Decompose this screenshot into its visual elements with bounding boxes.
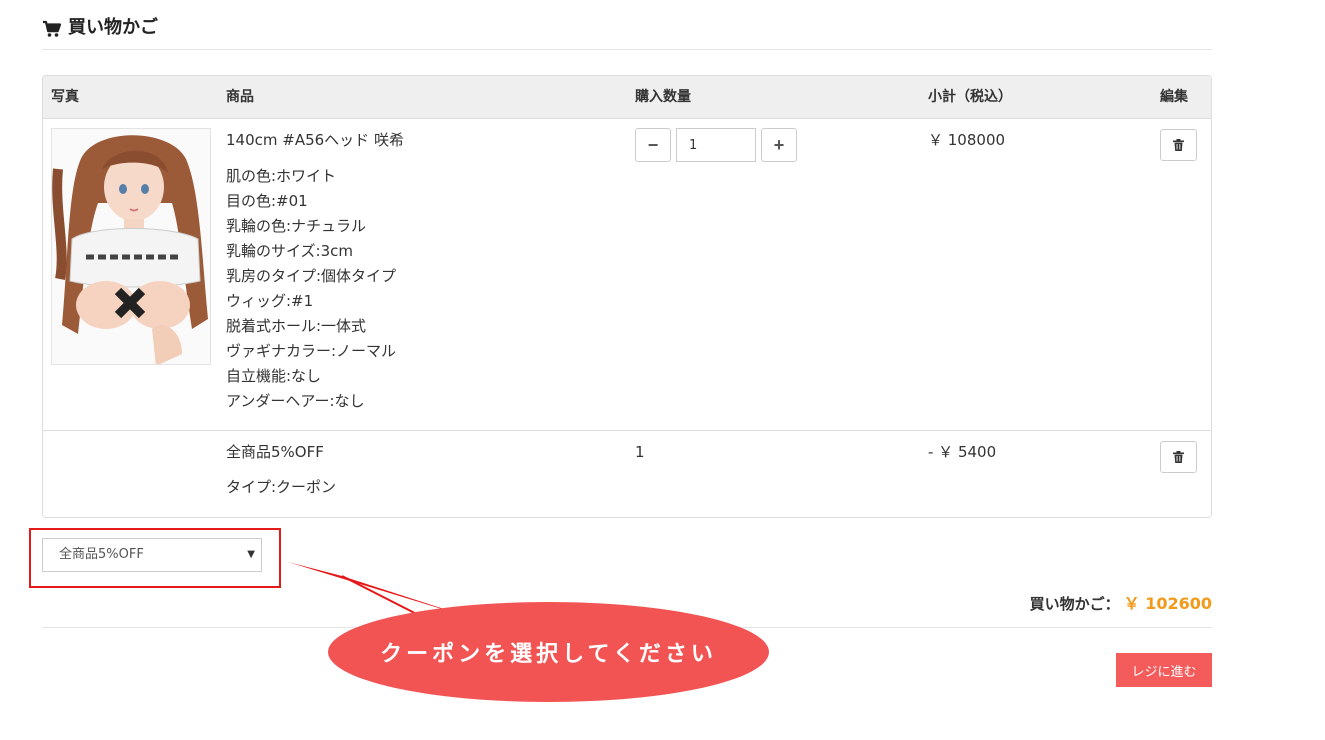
page-header: 買い物かご xyxy=(42,14,1212,50)
trash-icon xyxy=(1173,451,1184,463)
item-subtotal: ￥ 108000 xyxy=(928,131,1006,149)
product-options: 肌の色:ホワイト 目の色:#01 乳輪の色:ナチュラル 乳輪のサイズ:3cm 乳… xyxy=(226,164,396,414)
option-item: 乳房のタイプ:個体タイプ xyxy=(226,267,397,285)
coupon-quantity: 1 xyxy=(635,443,645,461)
option-item: 乳輪のサイズ:3cm xyxy=(226,242,354,260)
column-header-edit: 編集 xyxy=(1160,89,1188,105)
option-item: 乳輪の色:ナチュラル xyxy=(226,217,367,235)
annotation-bubble: クーポンを選択してください xyxy=(328,602,769,702)
column-header-product: 商品 xyxy=(226,89,254,105)
annotation-text: クーポンを選択してください xyxy=(380,642,717,667)
option-item: タイプ:クーポン xyxy=(226,478,337,496)
product-name[interactable]: 140cm #A56ヘッド 咲希 xyxy=(226,130,404,150)
column-header-quantity: 購入数量 xyxy=(635,89,691,105)
cart-total-label: 買い物かご： xyxy=(1029,595,1120,613)
coupon-select[interactable]: 全商品5%OFF ▼ xyxy=(42,538,262,572)
quantity-increase-button[interactable]: + xyxy=(761,128,797,162)
quantity-stepper: − + xyxy=(635,128,797,162)
product-photo-illustration xyxy=(52,129,210,364)
option-item: 目の色:#01 xyxy=(226,192,308,210)
table-row: 140cm #A56ヘッド 咲希 肌の色:ホワイト 目の色:#01 乳輪の色:ナ… xyxy=(43,119,1211,431)
option-item: ウィッグ:#1 xyxy=(226,292,314,310)
column-header-subtotal: 小計（税込） xyxy=(928,89,1012,105)
option-item: 自立機能:なし xyxy=(226,367,322,385)
delete-item-button[interactable] xyxy=(1160,129,1197,161)
cart-table: 写真 商品 購入数量 小計（税込） 編集 140cm #A56ヘッド 咲希 肌の… xyxy=(42,75,1212,518)
cart-icon xyxy=(43,20,62,37)
product-photo[interactable] xyxy=(51,128,211,365)
table-row: 全商品5%OFF タイプ:クーポン 1 - ￥ 5400 xyxy=(43,431,1211,517)
delete-coupon-button[interactable] xyxy=(1160,441,1197,473)
cart-total-amount: ￥ 102600 xyxy=(1123,594,1212,613)
quantity-decrease-button[interactable]: − xyxy=(635,128,671,162)
chevron-down-icon: ▼ xyxy=(247,549,255,560)
checkout-button[interactable]: レジに進む xyxy=(1116,653,1212,687)
page-title: 買い物かご xyxy=(68,17,158,38)
trash-icon xyxy=(1173,139,1184,151)
option-item: 脱着式ホール:一体式 xyxy=(226,317,367,335)
coupon-subtotal: - ￥ 5400 xyxy=(928,443,997,461)
option-item: ヴァギナカラー:ノーマル xyxy=(226,342,397,360)
option-item: 肌の色:ホワイト xyxy=(226,167,337,185)
coupon-select-value: 全商品5%OFF xyxy=(59,547,144,562)
quantity-input[interactable] xyxy=(676,128,756,162)
option-item: アンダーヘアー:なし xyxy=(226,392,365,410)
coupon-options: タイプ:クーポン xyxy=(226,475,336,500)
coupon-name: 全商品5%OFF xyxy=(226,443,324,461)
table-header: 写真 商品 購入数量 小計（税込） 編集 xyxy=(43,76,1211,119)
column-header-photo: 写真 xyxy=(51,89,79,105)
cart-total: 買い物かご： ￥ 102600 xyxy=(1030,594,1212,614)
